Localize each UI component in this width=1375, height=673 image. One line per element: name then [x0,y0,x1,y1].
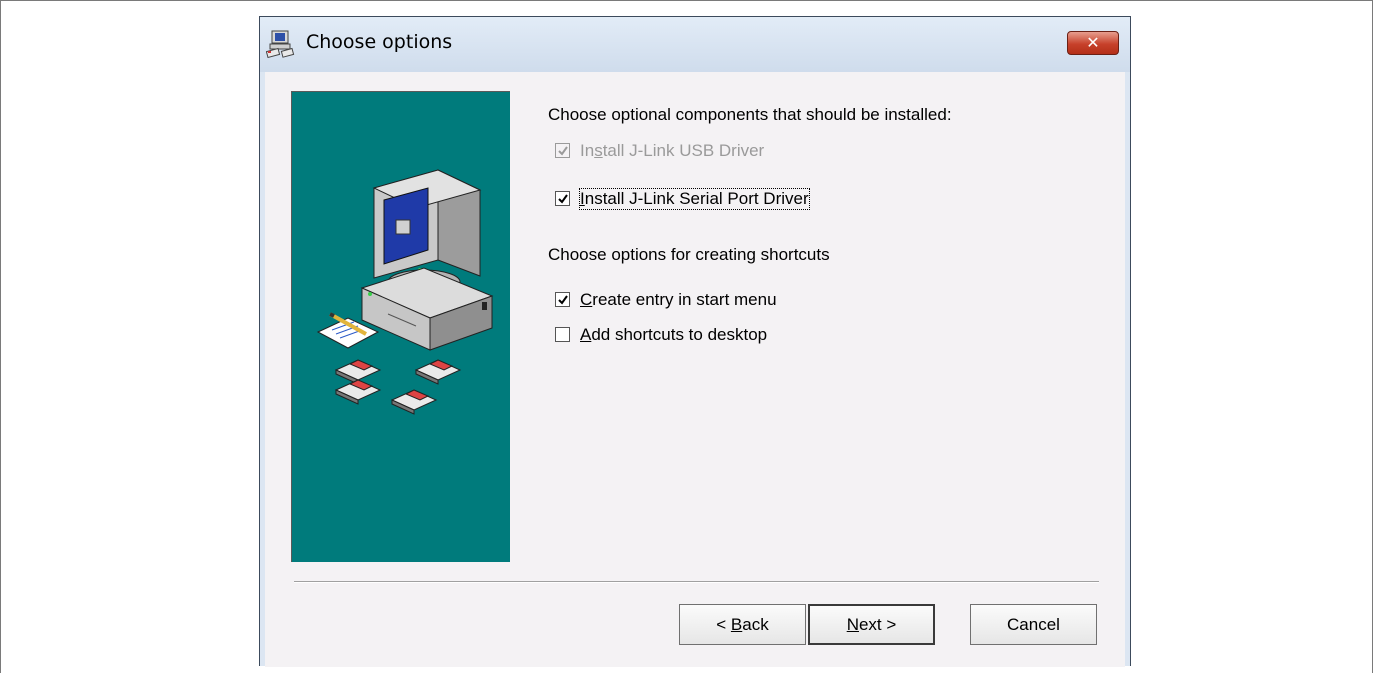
back-button[interactable]: < Back [679,604,806,645]
start-menu-checkbox[interactable] [555,292,570,307]
computer-illustration [316,169,494,415]
side-banner [291,91,510,562]
start-menu-label: Create entry in start menu [580,290,777,309]
serial-port-driver-checkbox[interactable] [555,191,570,206]
next-button[interactable]: Next > [808,604,935,645]
choose-options-dialog: Choose options ✕ Choose optional compone… [259,16,1131,667]
usb-driver-label: Install J-Link USB Driver [580,141,765,160]
desktop-shortcut-label: Add shortcuts to desktop [580,325,768,344]
close-icon: ✕ [1086,33,1100,52]
usb-driver-checkbox[interactable] [555,143,570,158]
dialog-body: Choose optional components that should b… [265,72,1125,667]
close-button[interactable]: ✕ [1067,31,1119,55]
installer-icon [266,30,295,58]
cancel-button[interactable]: Cancel [970,604,1097,645]
window-title: Choose options [306,31,453,53]
shortcuts-heading: Choose options for creating shortcuts [548,245,830,264]
components-heading: Choose optional components that should b… [548,105,952,124]
title-bar[interactable]: Choose options ✕ [260,17,1130,72]
button-separator [294,581,1099,583]
desktop-shortcut-checkbox[interactable] [555,327,570,342]
serial-port-driver-label: Install J-Link Serial Port Driver [579,188,810,210]
